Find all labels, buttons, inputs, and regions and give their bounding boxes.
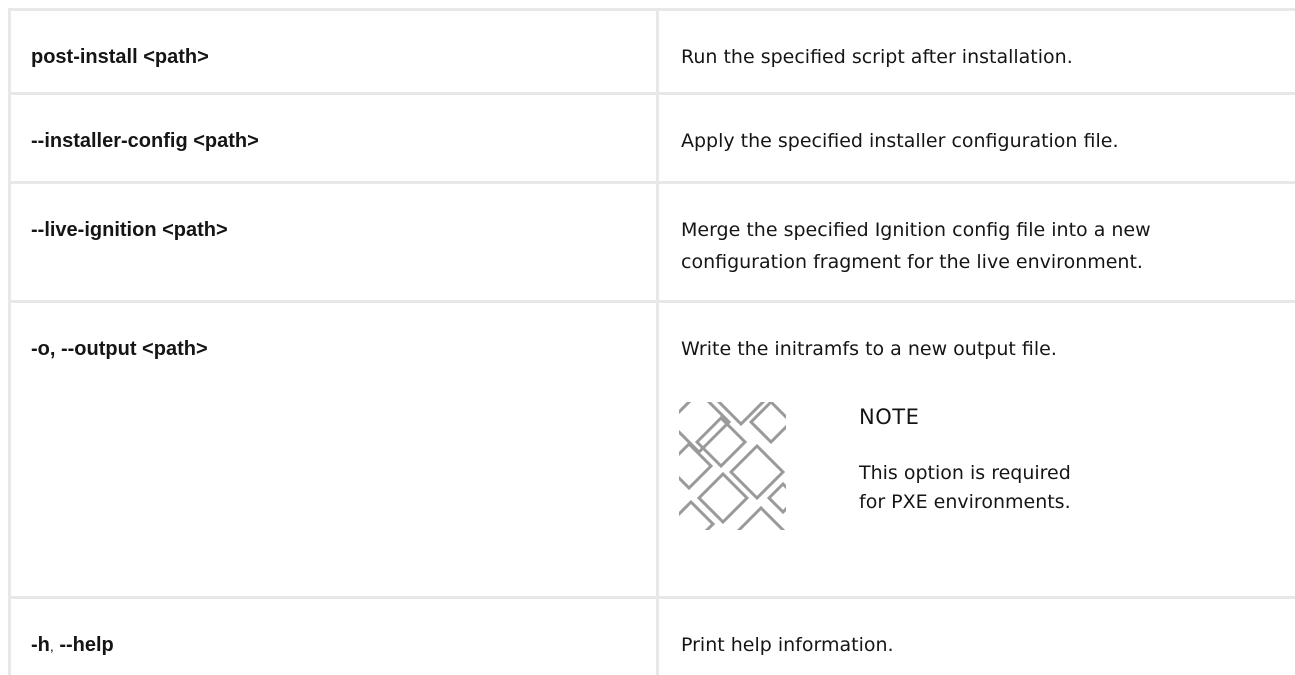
option-name: -o, --output <path> [31,338,208,360]
option-name: -h, --help [11,599,656,658]
description-cell: Run the specified script after installat… [657,9,1295,95]
option-name: post-install <path> [31,46,209,68]
table-row: post-install <path> Run the specified sc… [9,9,1295,95]
description-cell: Apply the specified installer configurat… [657,93,1295,184]
note-title: NOTE [859,405,920,429]
option-description: Run the specified script after installat… [681,46,1073,68]
option-separator: , [49,638,54,654]
option-description: Write the initramfs to a new output file… [681,338,1057,360]
options-table-page: post-install <path> Run the specified sc… [0,0,1295,675]
option-cell: post-install <path> [9,9,659,95]
table-row: --installer-config <path> Apply the spec… [9,93,1295,184]
option-cell: -h, --help [9,597,659,675]
option-long: --help [59,634,114,656]
option-name: --live-ignition <path> [31,219,228,241]
option-short: -h [31,634,50,656]
table-row: -h, --help Print help information. [9,597,1295,675]
option-cell: --installer-config <path> [9,93,659,184]
option-cell: -o, --output <path> [9,301,659,599]
description-cell: Print help information. [657,597,1295,675]
table-row: -o, --output <path> Write the initramfs … [9,301,1295,599]
table-row: --live-ignition <path> Merge the specifi… [9,182,1295,303]
description-cell: Merge the specified Ignition config file… [657,182,1295,303]
option-description: Apply the specified installer configurat… [681,130,1119,152]
option-cell: --live-ignition <path> [9,182,659,303]
note-admonition: NOTE This option is required for PXE env… [659,399,1295,549]
option-name: --installer-config <path> [31,130,259,152]
note-text: This option is required for PXE environm… [859,462,1071,513]
option-description: Print help information. [681,634,894,656]
description-cell: Write the initramfs to a new output file… [657,301,1295,599]
options-table: post-install <path> Run the specified sc… [8,8,1295,675]
option-description: Merge the specified Ignition config file… [681,219,1151,273]
note-diamond-pattern-icon [679,402,786,530]
